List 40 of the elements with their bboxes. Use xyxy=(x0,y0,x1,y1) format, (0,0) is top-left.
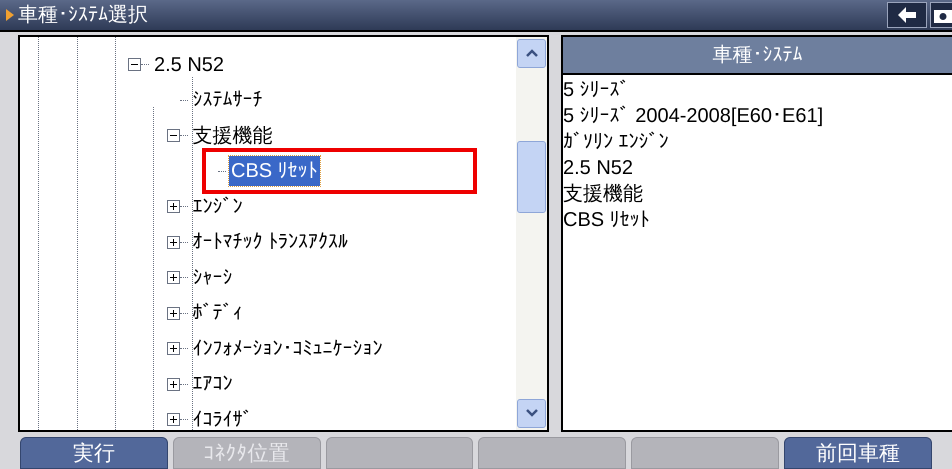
tree-item[interactable]: ｴｱｺﾝ xyxy=(190,369,234,400)
tree-item[interactable]: ｵｰﾄﾏﾁｯｸ ﾄﾗﾝｽｱｸｽﾙ xyxy=(190,227,350,258)
scroll-up-button[interactable] xyxy=(517,38,546,68)
scrollbar[interactable] xyxy=(516,36,547,430)
expand-icon[interactable] xyxy=(166,378,180,391)
collapse-icon[interactable] xyxy=(128,58,141,72)
tree-item[interactable]: 2.5 N52 xyxy=(152,50,226,80)
tree-item[interactable]: ｼｽﾃﾑｻｰﾁ xyxy=(190,85,264,116)
collapse-icon[interactable] xyxy=(166,129,180,142)
window-title: 車種･ｼｽﾃﾑ選択 xyxy=(18,4,148,25)
tree-item[interactable]: ｲｺﾗｲｻﾞ xyxy=(190,404,254,430)
expand-icon[interactable] xyxy=(166,200,180,214)
expand-icon[interactable] xyxy=(166,306,180,320)
toolbar-button[interactable]: 実行 xyxy=(20,437,168,469)
path-line: CBS ﾘｾｯﾄ xyxy=(563,208,651,233)
tree-item[interactable]: ｴﾝｼﾞﾝ xyxy=(190,192,244,222)
tree-item[interactable]: CBS ﾘｾｯﾄ xyxy=(229,156,320,186)
scroll-thumb[interactable] xyxy=(517,140,546,213)
path-line: 支援機能 xyxy=(563,182,644,207)
back-arrow-icon xyxy=(898,6,916,23)
path-line: 5 ｼﾘｰｽﾞ 2004-2008[E60･E61] xyxy=(563,104,824,129)
chevron-up-icon xyxy=(526,49,538,58)
toolbar-button[interactable]: 前回車種 xyxy=(784,437,932,469)
back-button[interactable] xyxy=(887,2,927,28)
tree-item[interactable]: ﾎﾞﾃﾞｨ xyxy=(190,298,244,328)
tree-item[interactable]: 支援機能 xyxy=(190,120,274,151)
expand-icon[interactable] xyxy=(166,236,180,249)
chevron-down-icon xyxy=(526,409,538,418)
expand-icon[interactable] xyxy=(166,271,180,284)
triangle-icon xyxy=(6,8,14,21)
panel-header: 車種･ｼｽﾃﾑ xyxy=(563,36,952,75)
camera-button[interactable] xyxy=(930,2,952,28)
path-line: 2.5 N52 xyxy=(563,156,634,181)
path-line: ｶﾞｿﾘﾝ ｴﾝｼﾞﾝ xyxy=(563,130,670,155)
expand-icon[interactable] xyxy=(166,342,180,356)
tree-item[interactable]: ｲﾝﾌｫﾒｰｼｮﾝ･ｺﾐｭﾆｹｰｼｮﾝ xyxy=(190,334,384,364)
path-line: 5 ｼﾘｰｽﾞ xyxy=(563,78,631,103)
scroll-down-button[interactable] xyxy=(517,398,546,428)
tree-item[interactable]: ｼｬｰｼ xyxy=(190,262,234,293)
expand-icon[interactable] xyxy=(166,413,180,426)
